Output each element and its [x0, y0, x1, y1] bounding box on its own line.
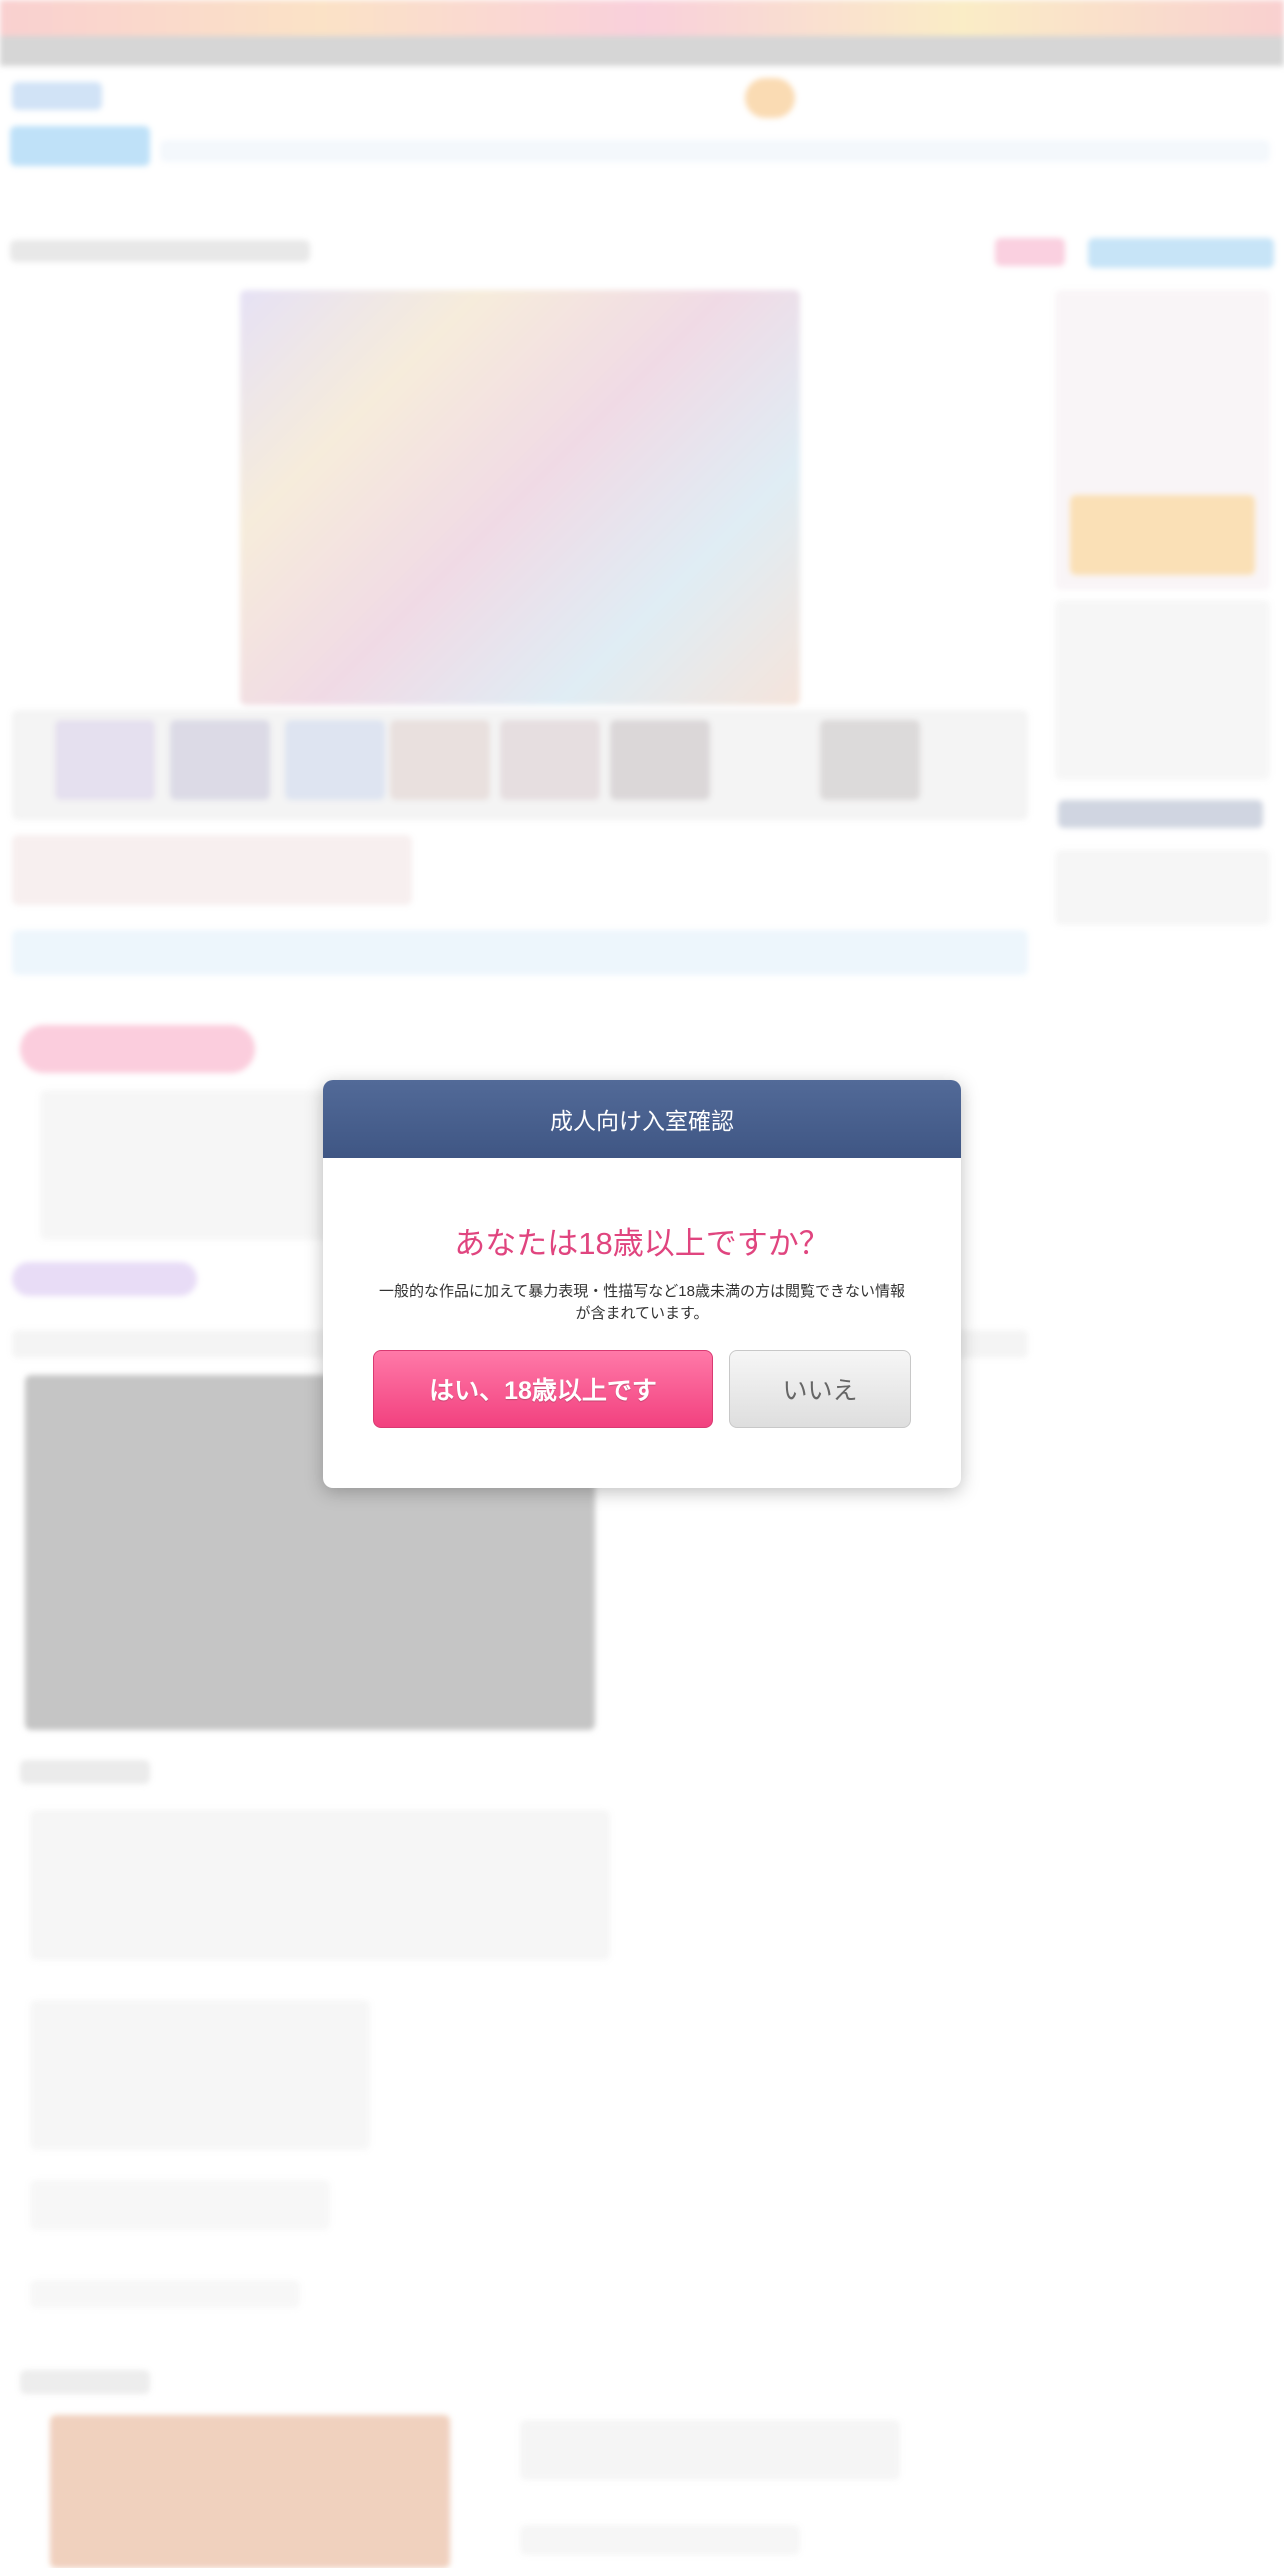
age-verification-dialog: 成人向け入室確認 あなたは18歳以上ですか？ 一般的な作品に加えて暴力表現・性描…: [323, 1080, 961, 1488]
dialog-button-row: はい、18歳以上です いいえ: [373, 1350, 911, 1428]
age-notice-text: 一般的な作品に加えて暴力表現・性描写など18歳未満の方は閲覧できない情報が含まれ…: [379, 1283, 905, 1322]
dialog-title: 成人向け入室確認: [323, 1080, 961, 1158]
age-question: あなたは18歳以上ですか？: [454, 1226, 830, 1261]
confirm-adult-button[interactable]: はい、18歳以上です: [373, 1350, 713, 1428]
decline-button[interactable]: いいえ: [729, 1350, 911, 1428]
